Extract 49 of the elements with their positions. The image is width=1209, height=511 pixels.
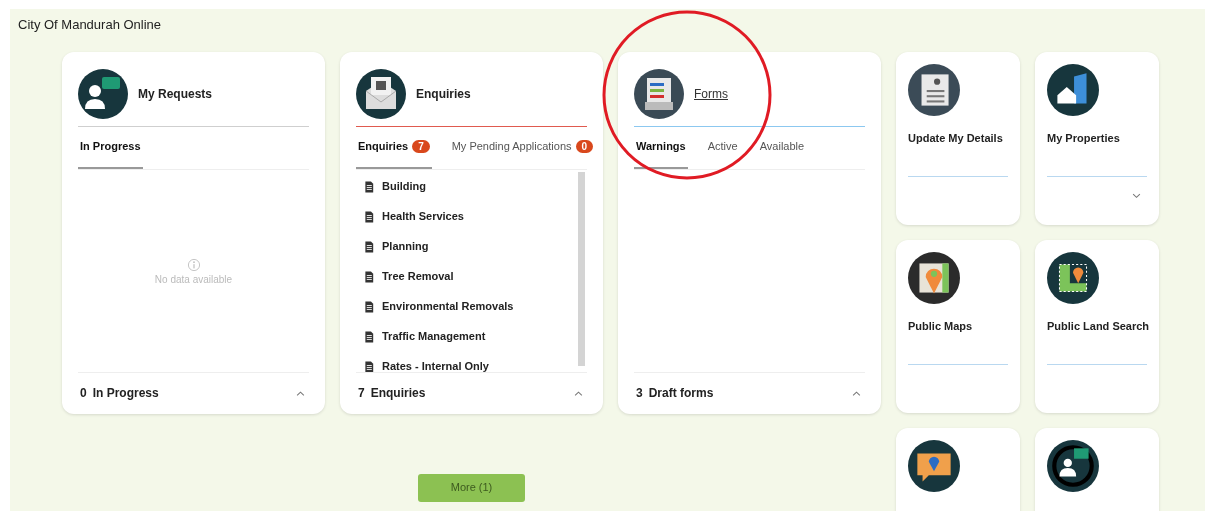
panel-title-link[interactable]: Forms [694,84,728,103]
list-item[interactable]: Environmental Removals [362,291,587,322]
speech-pin-icon [908,439,960,492]
tile-card[interactable]: My Properties [1035,51,1159,225]
buildings-icon [1047,63,1099,116]
tab[interactable]: My Pending Applications 0 [449,126,596,169]
tile-card[interactable]: Update My Details [896,51,1020,225]
tile-title: Public Maps [908,318,974,334]
empty-message: No data available [154,272,233,287]
count-badge: 7 [412,140,430,153]
page-title: City Of Mandurah Online [17,16,163,34]
footer-summary: 3 Draft forms [636,385,714,402]
land-pin-icon [1047,251,1099,304]
count-badge: 0 [575,140,594,153]
panel-title: My Requests [138,85,213,103]
person-chat-icon [78,68,128,119]
person-search-icon [1047,439,1099,492]
map-pin-icon [908,251,960,304]
tab[interactable]: In Progress [78,126,143,169]
document-icon [362,359,376,372]
document-icon [362,179,376,194]
footer-summary: 0 In Progress [80,385,159,402]
document-icon [362,239,376,254]
tab[interactable]: Active [705,126,740,169]
document-icon [362,299,376,314]
more-button[interactable]: More (1) [418,473,525,502]
file-tray-icon [634,68,684,119]
list-item[interactable]: Health Services [362,201,587,232]
scrollbar[interactable] [578,171,585,366]
tab[interactable]: Available [757,126,807,169]
tab[interactable]: Warnings [634,126,688,169]
document-icon [362,269,376,284]
tile-title: Public Land Search [1047,318,1147,334]
tile-title: Update My Details [908,130,1004,146]
document-icon [362,329,376,344]
document-icon [362,209,376,224]
list-item[interactable]: Building [362,171,587,202]
tab[interactable]: Enquiries 7 [356,126,432,169]
tile-card[interactable]: Public Maps [896,239,1020,413]
tile-card[interactable]: Public Land Search [1035,239,1159,413]
list-item[interactable]: Traffic Management [362,321,587,352]
list-item[interactable]: Tree Removal [362,261,587,292]
envelope-letter-icon [356,68,406,119]
contact-card-icon [908,63,960,116]
panel-title: Enquiries [416,85,471,103]
tile-title: My Properties [1047,130,1121,146]
info-icon [186,257,201,272]
list-item[interactable]: Planning [362,231,587,262]
footer-summary: 7 Enquiries [358,385,426,402]
